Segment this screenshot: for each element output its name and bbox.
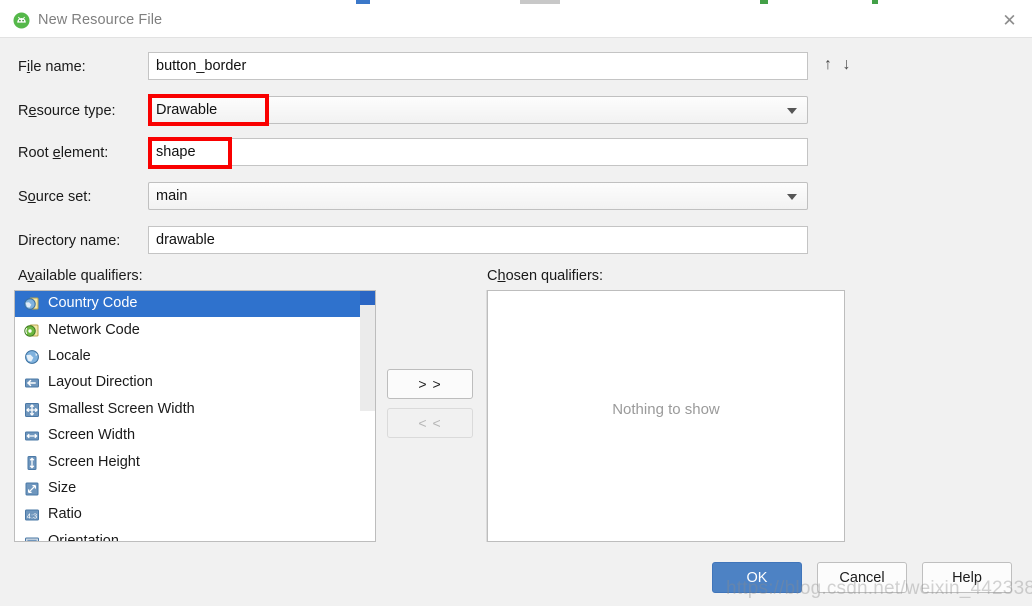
orientation-icon xyxy=(24,534,40,541)
qualifier-item-ratio[interactable]: 4:3 Ratio xyxy=(15,502,375,528)
chevron-down-icon xyxy=(787,194,797,200)
directory-name-input[interactable]: drawable xyxy=(148,226,808,254)
size-icon xyxy=(24,481,40,497)
file-name-label: File name: xyxy=(18,59,86,75)
qualifier-item-screen-height[interactable]: Screen Height xyxy=(15,449,375,475)
qualifier-item-label: Ratio xyxy=(48,506,82,523)
scrollbar-thumb[interactable] xyxy=(360,291,375,305)
android-studio-icon xyxy=(13,12,30,29)
screen-height-icon xyxy=(24,455,40,471)
qualifier-item-label: Layout Direction xyxy=(48,374,153,391)
qualifier-item-layout-direction[interactable]: Layout Direction xyxy=(15,370,375,396)
new-resource-file-dialog: New Resource File ✕ File name: button_bo… xyxy=(0,0,1032,606)
form-row-directory-name: Directory name: drawable xyxy=(0,226,1032,258)
qualifier-item-label: Network Code xyxy=(48,321,140,338)
dialog-body: File name: button_border ↑ ↓ Resource ty… xyxy=(0,38,1032,606)
sort-updown-icon[interactable]: ↑ ↓ xyxy=(824,56,853,74)
qualifier-item-label: Screen Width xyxy=(48,427,136,444)
resource-type-value: Drawable xyxy=(156,101,218,118)
chosen-qualifiers-list[interactable]: Nothing to show xyxy=(487,290,845,542)
qualifier-item-label: Locale xyxy=(48,347,91,364)
available-qualifiers-scrollbar[interactable] xyxy=(360,291,375,541)
layout-direction-icon xyxy=(24,375,40,391)
available-qualifiers-label: Available qualifiers: xyxy=(18,268,143,284)
svg-text:4:3: 4:3 xyxy=(27,512,37,521)
network-code-icon xyxy=(24,323,40,339)
qualifier-item-label: Orientation xyxy=(48,532,119,542)
close-icon[interactable]: ✕ xyxy=(987,4,1032,37)
chosen-qualifiers-label: Chosen qualifiers: xyxy=(487,268,604,284)
root-element-input[interactable]: shape xyxy=(148,138,808,166)
qualifier-item-label: Country Code xyxy=(48,295,138,312)
form-row-file-name: File name: button_border ↑ ↓ xyxy=(0,52,1032,84)
qualifier-item-smallest-screen-width[interactable]: Smallest Screen Width xyxy=(15,397,375,423)
qualifier-item-locale[interactable]: Locale xyxy=(15,344,375,370)
qualifier-item-label: Size xyxy=(48,479,77,496)
qualifier-item-label: Screen Height xyxy=(48,453,140,470)
qualifier-item-country-code[interactable]: Country Code xyxy=(15,291,375,318)
smallest-screen-width-icon xyxy=(24,402,40,418)
ratio-icon: 4:3 xyxy=(24,507,40,523)
available-qualifiers-items: Country Code Network Code Locale Layout Dir… xyxy=(15,291,375,542)
chosen-empty-message: Nothing to show xyxy=(612,401,720,418)
form-row-source-set: Source set: main xyxy=(0,182,1032,214)
source-set-combobox[interactable]: main xyxy=(148,182,808,210)
add-qualifier-button[interactable]: > > xyxy=(387,369,473,399)
qualifier-item-screen-width[interactable]: Screen Width xyxy=(15,423,375,449)
remove-qualifier-button[interactable]: < < xyxy=(387,408,473,438)
scrollbar-track[interactable] xyxy=(360,291,375,411)
resource-type-combobox[interactable]: Drawable xyxy=(148,96,808,124)
chevron-down-icon xyxy=(787,108,797,114)
locale-globe-icon xyxy=(24,349,40,365)
source-set-value: main xyxy=(156,187,188,204)
dialog-titlebar: New Resource File ✕ xyxy=(0,4,1032,38)
resource-type-label: Resource type: xyxy=(18,103,116,119)
form-row-resource-type: Resource type: Drawable xyxy=(0,96,1032,128)
qualifier-item-orientation[interactable]: Orientation xyxy=(15,529,375,542)
dialog-title: New Resource File xyxy=(38,12,163,28)
help-button[interactable]: Help xyxy=(922,562,1012,593)
directory-name-label: Directory name: xyxy=(18,233,121,249)
source-set-label: Source set: xyxy=(18,189,92,205)
root-element-label: Root element: xyxy=(18,145,109,161)
form-row-root-element: Root element: shape xyxy=(0,138,1032,170)
qualifier-item-network-code[interactable]: Network Code xyxy=(15,317,375,343)
file-name-input[interactable]: button_border xyxy=(148,52,808,80)
qualifier-item-label: Smallest Screen Width xyxy=(48,400,195,417)
cancel-button[interactable]: Cancel xyxy=(817,562,907,593)
screen-width-icon xyxy=(24,428,40,444)
available-qualifiers-list[interactable]: Country Code Network Code Locale Layout Dir… xyxy=(14,290,376,542)
ok-button[interactable]: OK xyxy=(712,562,802,593)
qualifier-item-size[interactable]: Size xyxy=(15,476,375,502)
country-code-icon xyxy=(24,296,40,312)
